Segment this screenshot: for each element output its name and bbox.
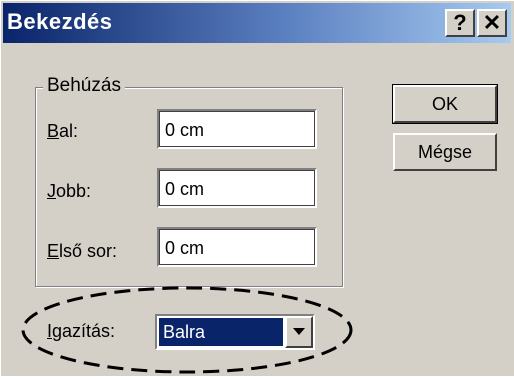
dashed-ellipse-highlight: [21, 286, 353, 374]
paragraph-dialog: Bekezdés ? ✕ Behúzás Bal: 0 cm Jobb: 0 c…: [0, 0, 514, 376]
